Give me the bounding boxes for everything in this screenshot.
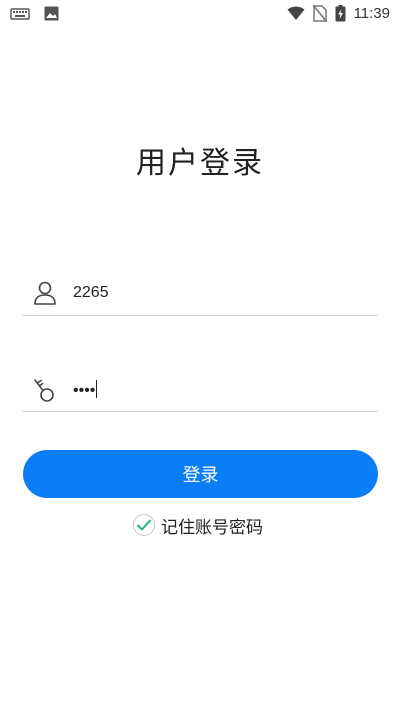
login-button[interactable]: 登录	[23, 450, 378, 498]
status-time: 11:39	[353, 5, 390, 22]
remember-account[interactable]: 记住账号密码	[133, 512, 263, 538]
status-bar: 11:39	[0, 0, 400, 28]
remember-label: 记住账号密码	[161, 517, 263, 538]
page-title: 用户登录	[136, 146, 264, 181]
image-icon	[44, 6, 59, 21]
no-sim-icon	[312, 5, 327, 22]
battery-charging-icon	[335, 5, 346, 22]
wifi-icon	[287, 6, 305, 21]
password-dots: ••••	[73, 382, 96, 399]
key-icon	[32, 376, 58, 404]
username-value[interactable]: 2265	[73, 284, 109, 302]
username-field[interactable]: 2265	[22, 272, 378, 316]
text-caret	[96, 380, 98, 398]
password-field[interactable]: ••••	[22, 368, 378, 412]
user-icon	[32, 280, 58, 306]
keyboard-icon	[10, 7, 30, 21]
check-icon	[137, 519, 151, 531]
remember-checkbox[interactable]	[133, 514, 155, 536]
password-value[interactable]: ••••	[73, 380, 98, 400]
